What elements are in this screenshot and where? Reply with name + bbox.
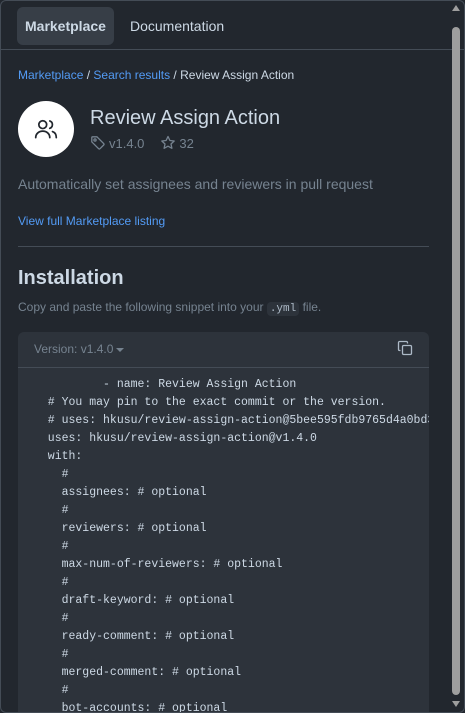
version-tag: v1.4.0 <box>90 135 144 151</box>
scroll-down-arrow-icon[interactable] <box>452 701 460 707</box>
yml-code: .yml <box>266 302 300 316</box>
code-snippet: Version: v1.4.0 - name: Review Assign Ac… <box>18 332 429 712</box>
breadcrumb-separator: / <box>170 68 181 82</box>
breadcrumb-marketplace-link[interactable]: Marketplace <box>18 68 83 82</box>
tab-documentation[interactable]: Documentation <box>122 7 232 45</box>
action-meta: v1.4.0 32 <box>90 135 210 151</box>
star-icon <box>161 135 176 149</box>
installation-subtitle: Copy and paste the following snippet int… <box>18 300 322 316</box>
stars-text: 32 <box>179 135 194 151</box>
marketplace-panel: Marketplace Documentation Marketplace / … <box>0 0 465 713</box>
code-header: Version: v1.4.0 <box>18 332 429 368</box>
version-text: v1.4.0 <box>109 135 145 151</box>
version-label: Version: <box>34 342 81 356</box>
scrollbar[interactable] <box>450 5 462 708</box>
copy-button[interactable] <box>397 340 413 359</box>
people-icon <box>34 119 58 139</box>
tab-bar: Marketplace Documentation <box>1 1 464 50</box>
tag-icon <box>91 136 105 150</box>
chevron-down-icon <box>116 347 125 352</box>
subtitle-text-end: file. <box>299 300 322 314</box>
version-value: v1.4.0 <box>80 342 114 356</box>
scroll-thumb[interactable] <box>452 27 460 695</box>
breadcrumb: Marketplace / Search results / Review As… <box>18 68 294 82</box>
tab-marketplace[interactable]: Marketplace <box>17 7 114 45</box>
subtitle-text: Copy and paste the following snippet int… <box>18 300 267 314</box>
breadcrumb-current: Review Assign Action <box>180 68 295 82</box>
scroll-up-arrow-icon[interactable] <box>452 5 460 11</box>
breadcrumb-search-results-link[interactable]: Search results <box>93 68 170 82</box>
action-avatar <box>18 101 74 157</box>
installation-heading: Installation <box>18 267 124 289</box>
action-description: Automatically set assignees and reviewer… <box>18 176 373 192</box>
view-listing-link[interactable]: View full Marketplace listing <box>18 214 165 228</box>
version-select[interactable]: Version: v1.4.0 <box>34 342 125 356</box>
code-block[interactable]: - name: Review Assign Action # You may p… <box>18 368 429 712</box>
breadcrumb-separator: / <box>83 68 94 82</box>
action-title: Review Assign Action <box>90 107 281 129</box>
divider <box>18 246 429 247</box>
copy-icon <box>397 340 413 356</box>
star-count: 32 <box>160 135 194 151</box>
